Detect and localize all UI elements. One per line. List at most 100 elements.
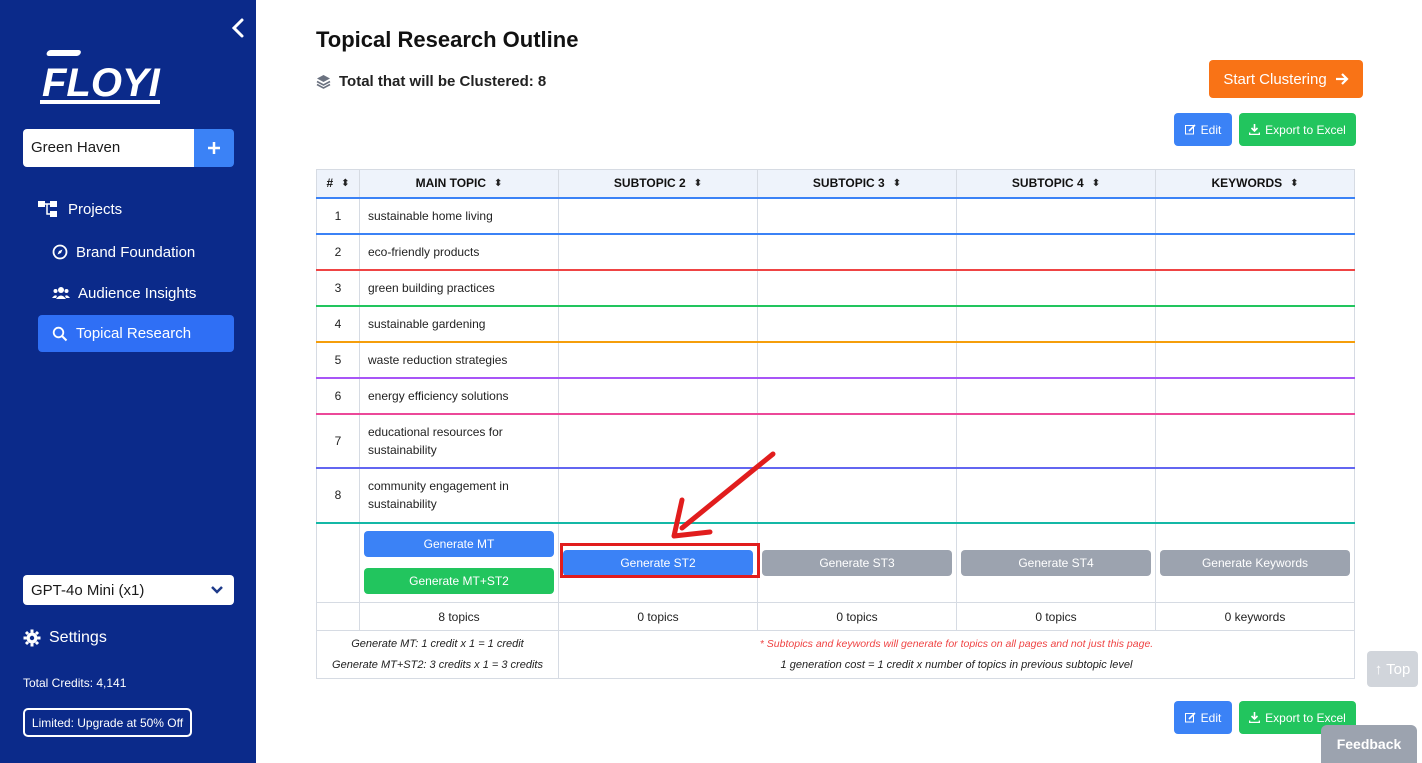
start-clustering-button[interactable]: Start Clustering (1209, 60, 1363, 98)
main-topic-cell[interactable]: green building practices (359, 269, 559, 307)
subtopic-4-cell[interactable] (956, 467, 1156, 524)
row-number: 6 (316, 377, 360, 415)
generate-mt-st2-button[interactable]: Generate MT+ST2 (364, 568, 554, 595)
subtopic-2-cell[interactable] (558, 197, 758, 235)
export-label: Export to Excel (1265, 710, 1346, 725)
main-topic-cell[interactable]: waste reduction strategies (359, 341, 559, 379)
keywords-cell[interactable] (1155, 269, 1355, 307)
subtopic-2-count: 0 topics (558, 602, 758, 631)
subtopic-2-cell[interactable] (558, 413, 758, 469)
settings-link[interactable]: Settings (23, 629, 107, 647)
subtopic-3-cell[interactable] (757, 377, 957, 415)
model-select[interactable]: GPT-4o Mini (x1) (23, 575, 234, 605)
column-header-main-topic[interactable]: MAIN TOPIC ⬍ (359, 169, 559, 199)
main-topic-cell[interactable]: sustainable home living (359, 197, 559, 235)
subtopic-2-cell[interactable] (558, 467, 758, 524)
subtopic-4-cell[interactable] (956, 197, 1156, 235)
generate-st2-button[interactable]: Generate ST2 (563, 549, 753, 576)
column-header-subtopic-4[interactable]: SUBTOPIC 4 ⬍ (956, 169, 1156, 199)
row-number: 1 (316, 197, 360, 235)
main-topic-cell[interactable]: educational resources for sustainability (359, 413, 559, 469)
subtopic-4-count: 0 topics (956, 602, 1156, 631)
scroll-top-button[interactable]: ↑ Top (1367, 651, 1418, 687)
row-number: 7 (316, 413, 360, 469)
keywords-cell[interactable] (1155, 341, 1355, 379)
feedback-button[interactable]: Feedback (1321, 725, 1417, 763)
search-icon (52, 326, 68, 341)
sort-icon: ⬍ (1290, 177, 1299, 189)
keywords-cell[interactable] (1155, 233, 1355, 271)
subtopic-2-cell[interactable] (558, 269, 758, 307)
keywords-cell[interactable] (1155, 377, 1355, 415)
sidebar-item-audience-insights[interactable]: Audience Insights (52, 282, 196, 304)
keywords-cell[interactable] (1155, 467, 1355, 524)
table-row: 8 community engagement in sustainability (316, 467, 1355, 524)
project-name-field[interactable]: Green Haven (23, 129, 194, 167)
edit-button-top[interactable]: Edit (1174, 113, 1232, 146)
sidebar-item-topical-research[interactable]: Topical Research (38, 315, 234, 352)
add-project-button[interactable] (194, 129, 234, 167)
row-number: 3 (316, 269, 360, 307)
total-credits: Total Credits: 4,141 (23, 676, 127, 690)
upgrade-button[interactable]: Limited: Upgrade at 50% Off (23, 708, 192, 737)
gear-icon (23, 629, 41, 647)
layers-icon (316, 75, 331, 89)
generate-keywords-button[interactable]: Generate Keywords (1160, 549, 1350, 576)
subtopic-2-cell[interactable] (558, 341, 758, 379)
edit-icon (1184, 712, 1196, 723)
generation-warning: * Subtopics and keywords will generate f… (759, 637, 1154, 650)
chevron-down-icon (211, 586, 223, 594)
model-select-value: GPT-4o Mini (x1) (31, 581, 145, 599)
main-topic-cell[interactable]: energy efficiency solutions (359, 377, 559, 415)
subtopic-4-cell[interactable] (956, 341, 1156, 379)
subtopic-3-cell[interactable] (757, 305, 957, 343)
table-row: 4 sustainable gardening (316, 305, 1355, 343)
table-row: 3 green building practices (316, 269, 1355, 307)
column-header-keywords[interactable]: KEYWORDS ⬍ (1155, 169, 1355, 199)
subtopic-4-cell[interactable] (956, 377, 1156, 415)
subtopic-3-cell[interactable] (757, 233, 957, 271)
keywords-cell[interactable] (1155, 413, 1355, 469)
column-header-subtopic-3[interactable]: SUBTOPIC 3 ⬍ (757, 169, 957, 199)
sort-icon: ⬍ (494, 177, 503, 189)
subtopic-3-cell[interactable] (757, 413, 957, 469)
generate-mt-button[interactable]: Generate MT (364, 531, 554, 558)
column-header-number[interactable]: # ⬍ (316, 169, 360, 199)
subtopic-3-count: 0 topics (757, 602, 957, 631)
sitemap-icon (38, 201, 57, 217)
generate-st3-button[interactable]: Generate ST3 (762, 549, 952, 576)
subtopic-3-cell[interactable] (757, 269, 957, 307)
main-topic-cell[interactable]: eco-friendly products (359, 233, 559, 271)
edit-icon (1184, 124, 1196, 135)
collapse-sidebar-icon[interactable] (228, 16, 248, 40)
logo-text: FLOYI (42, 61, 161, 105)
generate-row: Generate MT Generate MT+ST2 Generate ST2… (316, 522, 1355, 603)
count-row: 8 topics 0 topics 0 topics 0 topics 0 ke… (316, 602, 1355, 631)
export-excel-button-top[interactable]: Export to Excel (1239, 113, 1356, 146)
subtopic-4-cell[interactable] (956, 233, 1156, 271)
settings-label: Settings (49, 629, 107, 646)
subtopic-3-cell[interactable] (757, 467, 957, 524)
subtopic-3-cell[interactable] (757, 197, 957, 235)
sidebar-item-brand-foundation[interactable]: Brand Foundation (52, 241, 195, 263)
generate-st4-button[interactable]: Generate ST4 (961, 549, 1151, 576)
keywords-cell[interactable] (1155, 305, 1355, 343)
subtopic-2-cell[interactable] (558, 233, 758, 271)
main-topic-cell[interactable]: sustainable gardening (359, 305, 559, 343)
subtopic-4-cell[interactable] (956, 413, 1156, 469)
users-icon (52, 287, 70, 299)
keywords-cell[interactable] (1155, 197, 1355, 235)
total-clustered-label: Total that will be Clustered: 8 (339, 73, 547, 90)
sort-icon: ⬍ (693, 177, 703, 189)
main-topic-cell[interactable]: community engagement in sustainability (359, 467, 559, 524)
column-header-subtopic-2[interactable]: SUBTOPIC 2 ⬍ (558, 169, 758, 199)
subtopic-3-cell[interactable] (757, 341, 957, 379)
subtopic-2-cell[interactable] (558, 377, 758, 415)
sidebar-item-projects[interactable]: Projects (38, 198, 122, 220)
edit-button-bottom[interactable]: Edit (1174, 701, 1232, 734)
table-row: 2 eco-friendly products (316, 233, 1355, 271)
subtopic-2-cell[interactable] (558, 305, 758, 343)
subtopic-4-cell[interactable] (956, 305, 1156, 343)
sidebar: FLOYI Green Haven Projects Brand Foundat… (0, 0, 256, 763)
subtopic-4-cell[interactable] (956, 269, 1156, 307)
